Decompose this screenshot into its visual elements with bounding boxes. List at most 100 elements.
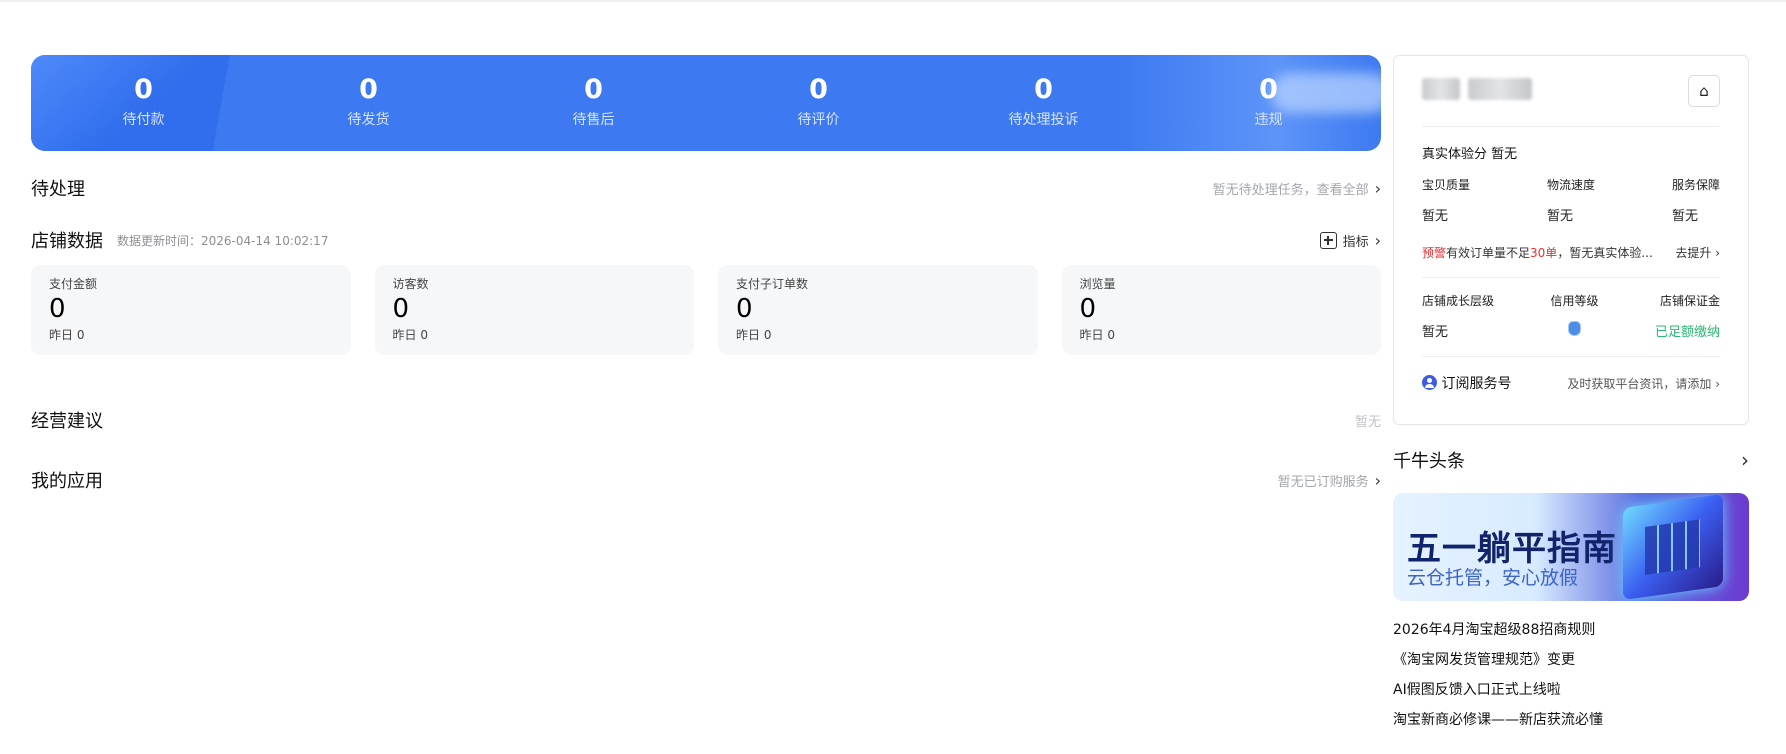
warning-pre: 有效订单量不足 (1446, 246, 1531, 260)
divider (1422, 277, 1720, 278)
level-item: 店铺保证金已足额缴纳 (1655, 292, 1720, 340)
deposit-status: 已足额缴纳 (1654, 325, 1720, 340)
chevron-right-icon: › (1715, 376, 1720, 391)
shield-icon (1567, 321, 1581, 336)
subscribe-label: 订阅服务号 (1441, 376, 1512, 392)
card-label: 支付子订单数 (736, 277, 809, 291)
shop-levels: 店铺成长层级 暂无 信用等级 店铺保证金 已足额缴纳 (1422, 292, 1720, 340)
card-value: 0 (392, 294, 410, 324)
right-column: ⌂ 真实体验分 暂无 宝贝质量 暂无 物流速度 暂无 服务保障 暂无 预警有效订单量不… (1393, 55, 1749, 735)
card-label: 支付金额 (49, 277, 98, 291)
stat-value: 0 (359, 74, 378, 105)
news-item[interactable]: 2026年4月淘宝超级88招商规则 (1393, 615, 1749, 645)
stat-pending-aftersale[interactable]: 0 待售后 (481, 55, 706, 151)
card-value: 0 (1079, 294, 1097, 324)
stat-pending-payment[interactable]: 0 待付款 (31, 55, 256, 151)
link-text: 暂无已订购服务 (1277, 474, 1369, 490)
stat-label: 待付款 (122, 112, 165, 128)
metric-label: 服务保障 (1671, 178, 1720, 192)
metric-card-suborders[interactable]: 支付子订单数 0 昨日 0 (718, 265, 1038, 355)
shop-data-cards: 支付金额 0 昨日 0 访客数 0 昨日 0 支付子订单数 0 昨日 0 浏览量 0 昨日 0 (31, 265, 1381, 355)
improve-link[interactable]: 去提升 › (1675, 244, 1720, 261)
subscribe-title: 订阅服务号 (1422, 373, 1511, 393)
news-title: 千牛头条 (1393, 451, 1465, 472)
metrics-button[interactable]: 指标 › (1319, 231, 1381, 250)
metric-item: 服务保障 暂无 (1672, 176, 1720, 224)
card-label: 访客数 (392, 277, 429, 291)
level-label: 店铺保证金 (1659, 294, 1720, 308)
order-status-banner: 0 待付款 0 待发货 0 待售后 0 待评价 0 待处理投诉 0 违规 (31, 55, 1381, 151)
metric-value: 暂无 (1671, 209, 1698, 224)
card-yesterday: 昨日 0 (1079, 328, 1115, 342)
metric-card-visitors[interactable]: 访客数 0 昨日 0 (374, 265, 694, 355)
card-value: 0 (736, 294, 753, 324)
card-yesterday: 昨日 0 (736, 328, 772, 342)
level-value: 暂无 (1422, 325, 1449, 340)
stat-value: 0 (584, 74, 603, 105)
shop-data-header: 店铺数据 数据更新时间：2026-04-14 10:02:17 (31, 227, 328, 253)
news-list: 2026年4月淘宝超级88招商规则 《淘宝网发货管理规范》变更 AI假图反馈入口… (1393, 615, 1749, 735)
metric-card-payment[interactable]: 支付金额 0 昨日 0 (31, 265, 351, 355)
metric-value: 暂无 (1422, 209, 1449, 224)
stat-violation[interactable]: 0 违规 (1156, 55, 1381, 151)
warning-num: 30单 (1530, 246, 1558, 260)
warning-row: 预警有效订单量不足30单，暂无真实体验... 去提升 › (1422, 244, 1720, 261)
news-item[interactable]: 淘宝新商必修课——新店获流必懂 (1393, 705, 1749, 735)
advice-section: 经营建议 暂无 (31, 407, 1381, 433)
level-label: 店铺成长层级 (1422, 294, 1495, 308)
metric-card-pageviews[interactable]: 浏览量 0 昨日 0 (1061, 265, 1381, 355)
user-icon (1422, 375, 1437, 390)
stat-label: 待评价 (797, 112, 840, 128)
stat-pending-shipment[interactable]: 0 待发货 (256, 55, 481, 151)
top-border (0, 0, 1786, 2)
server-cube-illustration (1623, 493, 1723, 601)
main-column: 0 待付款 0 待发货 0 待售后 0 待评价 0 待处理投诉 0 违规 待处理 暂无待处理… (31, 55, 1381, 493)
card-yesterday: 昨日 0 (49, 328, 85, 342)
chevron-right-icon: › (1374, 178, 1381, 198)
metric-item: 物流速度 暂无 (1547, 176, 1595, 224)
stat-pending-review[interactable]: 0 待评价 (706, 55, 931, 151)
level-item: 店铺成长层级 暂无 (1422, 292, 1494, 340)
section-title: 经营建议 (31, 411, 103, 432)
subscribe-hint-wrap: 及时获取平台资讯，请添加 › (1567, 375, 1720, 392)
section-title: 我的应用 (31, 471, 103, 492)
metric-value: 暂无 (1546, 209, 1573, 224)
shop-data-section: 店铺数据 数据更新时间：2026-04-14 10:02:17 指标 › (31, 227, 1381, 253)
stat-label: 待发货 (347, 112, 390, 128)
warning-post: ，暂无真实体验... (1557, 246, 1653, 260)
experience-metrics: 宝贝质量 暂无 物流速度 暂无 服务保障 暂无 (1422, 176, 1720, 224)
apps-section: 我的应用 暂无已订购服务 › (31, 467, 1381, 493)
stat-value: 0 (134, 74, 153, 105)
chevron-right-icon: › (1741, 448, 1749, 472)
home-icon[interactable]: ⌂ (1688, 75, 1720, 107)
promo-subtitle: 云仓托管，安心放假 (1407, 567, 1579, 589)
news-item[interactable]: 《淘宝网发货管理规范》变更 (1393, 645, 1749, 675)
stat-pending-complaint[interactable]: 0 待处理投诉 (931, 55, 1156, 151)
news-item[interactable]: AI假图反馈入口正式上线啦 (1393, 675, 1749, 705)
stat-label: 待处理投诉 (1008, 112, 1079, 128)
pending-view-all-link[interactable]: 暂无待处理任务，查看全部 › (1213, 179, 1381, 198)
section-title: 待处理 (31, 179, 85, 200)
divider (1422, 356, 1720, 357)
shop-info-panel: ⌂ 真实体验分 暂无 宝贝质量 暂无 物流速度 暂无 服务保障 暂无 预警有效订单量不… (1393, 55, 1749, 425)
update-time: 数据更新时间：2026-04-14 10:02:17 (117, 233, 329, 248)
warning-text: 预警有效订单量不足30单，暂无真实体验... (1422, 244, 1653, 261)
improve-label: 去提升 (1675, 246, 1712, 260)
shop-name-blurred (1422, 78, 1532, 104)
subscribe-row[interactable]: 订阅服务号 及时获取平台资讯，请添加 › (1422, 373, 1720, 393)
advice-status: 暂无 (1354, 414, 1381, 430)
apps-link[interactable]: 暂无已订购服务 › (1278, 471, 1381, 490)
promo-banner[interactable]: 五一躺平指南 云仓托管，安心放假 (1393, 493, 1749, 601)
stat-value: 0 (1034, 74, 1053, 105)
chevron-right-icon: › (1374, 470, 1381, 490)
metrics-label: 指标 (1342, 234, 1369, 250)
stat-value: 0 (1259, 74, 1278, 105)
pending-section: 待处理 暂无待处理任务，查看全部 › (31, 175, 1381, 201)
news-header[interactable]: 千牛头条 › (1393, 447, 1749, 473)
chevron-right-icon: › (1715, 246, 1720, 260)
metric-label: 物流速度 (1546, 178, 1595, 192)
section-title: 店铺数据 (31, 231, 103, 252)
link-text: 暂无待处理任务，查看全部 (1212, 182, 1369, 198)
subscribe-hint: 及时获取平台资讯，请添加 (1567, 376, 1712, 391)
card-value: 0 (49, 294, 66, 324)
